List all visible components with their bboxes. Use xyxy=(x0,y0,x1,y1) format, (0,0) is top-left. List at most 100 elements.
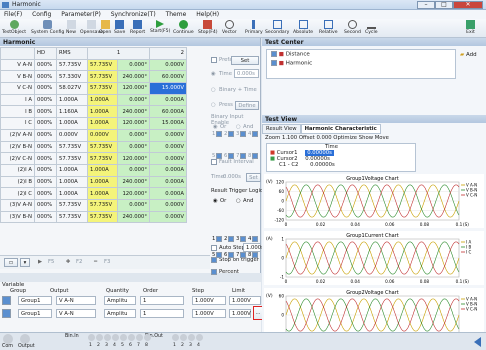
binary-input-checkbox[interactable] xyxy=(240,252,246,258)
binary-input-checkbox[interactable] xyxy=(252,131,258,137)
table-row[interactable]: (2)V B-N 000% 57.735V 57.735V 0.000° 0.000V xyxy=(0,140,187,154)
cell-rms[interactable]: 57.735V xyxy=(56,152,88,165)
cell-ang[interactable]: 0.000° xyxy=(116,93,151,107)
primary-button[interactable]: Primary xyxy=(245,20,263,35)
cell-rms[interactable]: 57.330V xyxy=(56,70,88,84)
exit-button[interactable]: Exit xyxy=(466,20,475,35)
offset-value[interactable]: 0.000 xyxy=(316,135,331,141)
cell-rms[interactable]: 1.000A xyxy=(56,117,88,130)
cell-ang[interactable]: 0.000° xyxy=(116,163,151,177)
cell-mag[interactable]: 1.000A xyxy=(87,105,118,119)
fault-set-button[interactable]: Set xyxy=(246,173,261,182)
cell-h2[interactable]: 0.000V xyxy=(149,198,187,212)
test-object-button[interactable]: TestObject xyxy=(2,20,26,35)
cell-h2[interactable]: 15.000A xyxy=(149,117,187,130)
table-row[interactable]: (3)V A-N 000% 57.735V 57.735V 0.000° 0.000V xyxy=(0,198,187,212)
cell-h2[interactable]: 0.000A xyxy=(149,163,187,177)
absolute-button[interactable]: Absolute xyxy=(293,20,313,35)
cell-h2[interactable]: 0.000A xyxy=(149,187,187,200)
menu-synchronize[interactable]: Synchronize(T) xyxy=(107,10,160,19)
auto-step-checkbox[interactable] xyxy=(211,245,217,251)
table-row[interactable]: (2)V A-N 000% 0.000V 0.000V 0.000° 0.000V xyxy=(0,128,187,142)
cell-ang[interactable]: 240.000° xyxy=(116,175,151,189)
cell-h2[interactable]: 0.000V xyxy=(149,58,187,72)
binary-input-checkbox[interactable] xyxy=(228,252,234,258)
cell-h2[interactable]: 0.000A xyxy=(149,93,187,107)
var-output2-select[interactable]: V A-N xyxy=(56,309,96,318)
remove-icon[interactable]: ━ xyxy=(94,259,97,265)
stop-button[interactable]: Stop(F4) xyxy=(198,20,218,35)
cell-h2[interactable]: 0.000V xyxy=(149,152,187,165)
binary-input-checkbox[interactable] xyxy=(216,131,222,137)
define-button[interactable]: Define xyxy=(235,101,259,110)
binary-input-checkbox[interactable] xyxy=(252,252,258,258)
cell-h2[interactable]: 60.000V xyxy=(149,70,187,84)
cell-ang[interactable]: 120.000° xyxy=(116,187,151,200)
cell-rms[interactable]: 1.000A xyxy=(56,187,88,200)
cell-ang[interactable]: 0.000° xyxy=(116,128,151,142)
cell-rms[interactable]: 0.000V xyxy=(56,128,88,142)
cell-h2[interactable]: 60.000A xyxy=(149,105,187,119)
prefault-set-button[interactable]: Set xyxy=(231,56,259,65)
cell-mag[interactable]: 57.735V xyxy=(87,140,118,154)
binary-input-checkbox[interactable] xyxy=(228,236,234,242)
cell-rms[interactable]: 1.160A xyxy=(56,105,88,119)
binary-input-checkbox[interactable] xyxy=(228,153,234,159)
cell-h2[interactable]: 0.000V xyxy=(149,128,187,142)
cell-h2[interactable]: 0.000A xyxy=(149,175,187,189)
close-button[interactable]: ✕ xyxy=(453,1,483,9)
cell-ang[interactable]: 240.000° xyxy=(116,105,151,119)
cell-rms[interactable]: 57.735V xyxy=(56,210,88,224)
list-view-button[interactable]: ▭ xyxy=(4,258,18,267)
binary-input-checkbox[interactable] xyxy=(252,236,258,242)
press-radio[interactable]: ○ xyxy=(211,102,216,108)
table-row[interactable]: (2)I B 000% 1.000A 1.000A 240.000° 0.000A xyxy=(0,175,187,189)
percent-checkbox[interactable] xyxy=(211,269,217,275)
binary-input-checkbox[interactable] xyxy=(228,131,234,137)
cell-hd[interactable]: 000% xyxy=(34,152,57,165)
table-row[interactable]: (2)I A 000% 1.000A 1.000A 0.000° 0.000A xyxy=(0,163,187,177)
harmonic-checkbox[interactable] xyxy=(271,59,277,66)
binary-input-checkbox[interactable] xyxy=(216,153,222,159)
table-row[interactable]: V A-N 000% 57.735V 57.735V 0.000° 0.000V xyxy=(0,58,187,72)
time-radio[interactable]: ◉ xyxy=(211,71,216,77)
cell-hd[interactable]: 000% xyxy=(34,198,57,212)
cell-rms[interactable]: 1.000A xyxy=(56,175,88,189)
var-step-input[interactable]: 1.000V xyxy=(192,296,226,305)
show-button[interactable]: Show xyxy=(359,135,373,141)
binary-input-checkbox[interactable] xyxy=(240,153,246,159)
var-quantity2-select[interactable]: Amplitu xyxy=(104,309,136,318)
add-test-button[interactable]: ▰ Add xyxy=(460,52,477,58)
table-row[interactable]: I C 000% 1.000A 1.000A 120.000° 15.000A xyxy=(0,117,187,130)
cell-hd[interactable]: 000% xyxy=(34,163,57,177)
test-item-harmonic[interactable]: ■ Harmonic xyxy=(267,59,455,68)
cell-mag[interactable]: 57.735V xyxy=(87,198,118,212)
auto-step-input[interactable]: 1.000s xyxy=(243,243,264,252)
menu-theme[interactable]: Theme xyxy=(162,10,191,19)
cell-mag[interactable]: 1.000A xyxy=(87,163,118,177)
table-row[interactable]: I B 000% 1.160A 1.000A 240.000° 60.000A xyxy=(0,105,187,119)
test-item-distance[interactable]: ■ Distance xyxy=(267,50,455,59)
cell-hd[interactable]: 000% xyxy=(34,187,57,200)
binary-input-checkbox[interactable] xyxy=(216,236,222,242)
binary-input-checkbox[interactable] xyxy=(252,153,258,159)
var-row2-checkbox[interactable] xyxy=(2,309,11,318)
table-row[interactable]: I A 000% 1.000A 1.000A 0.000° 0.000A xyxy=(0,93,187,107)
report-button[interactable]: Report xyxy=(130,20,145,35)
collapse-icon[interactable] xyxy=(474,337,481,347)
var-output-select[interactable]: V A-N xyxy=(56,296,96,305)
cell-ang[interactable]: 0.000° xyxy=(116,58,151,72)
var-group-select[interactable]: Group1 xyxy=(18,296,52,305)
optimize-button[interactable]: Optimize xyxy=(333,135,357,141)
new-button[interactable]: New xyxy=(66,20,76,35)
cycle-button[interactable]: Cycle xyxy=(365,20,378,35)
binary-input-checkbox[interactable] xyxy=(240,236,246,242)
cell-hd[interactable]: 000% xyxy=(34,210,57,224)
cell-ang[interactable]: 0.000° xyxy=(116,198,151,212)
save-button[interactable]: Save xyxy=(114,20,125,35)
cell-hd[interactable]: 000% xyxy=(34,117,57,130)
and-radio[interactable]: ○ xyxy=(236,124,241,130)
continue-button[interactable]: Continue xyxy=(173,20,194,35)
trigger-or-radio[interactable]: ◉ xyxy=(213,198,218,204)
cell-hd[interactable]: 000% xyxy=(34,128,57,142)
